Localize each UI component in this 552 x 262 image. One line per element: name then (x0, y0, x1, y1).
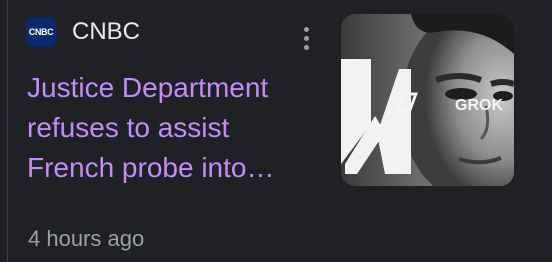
logo-text: CNBC (28, 27, 54, 37)
cnbc-logo: CNBC (26, 17, 56, 47)
news-card[interactable]: CNBC CNBC Justice Department refuses to … (0, 0, 552, 262)
headline-line: refuses to assist (27, 112, 230, 143)
article-thumbnail[interactable]: GROK (341, 14, 514, 186)
headline-line: French probe into… (27, 152, 275, 183)
divider (7, 0, 8, 262)
published-time: 4 hours ago (28, 226, 145, 251)
source-row: CNBC CNBC (26, 14, 140, 50)
grok-overlay-text: GROK (455, 97, 503, 114)
source-name: CNBC (72, 18, 141, 45)
menu-dot (303, 44, 309, 50)
menu-dot (303, 35, 309, 41)
headline-line: Justice Department (27, 72, 269, 103)
menu-dot (303, 26, 309, 32)
article-headline-link[interactable]: Justice Department refuses to assist Fre… (27, 68, 317, 188)
more-vert-icon[interactable] (295, 24, 317, 52)
